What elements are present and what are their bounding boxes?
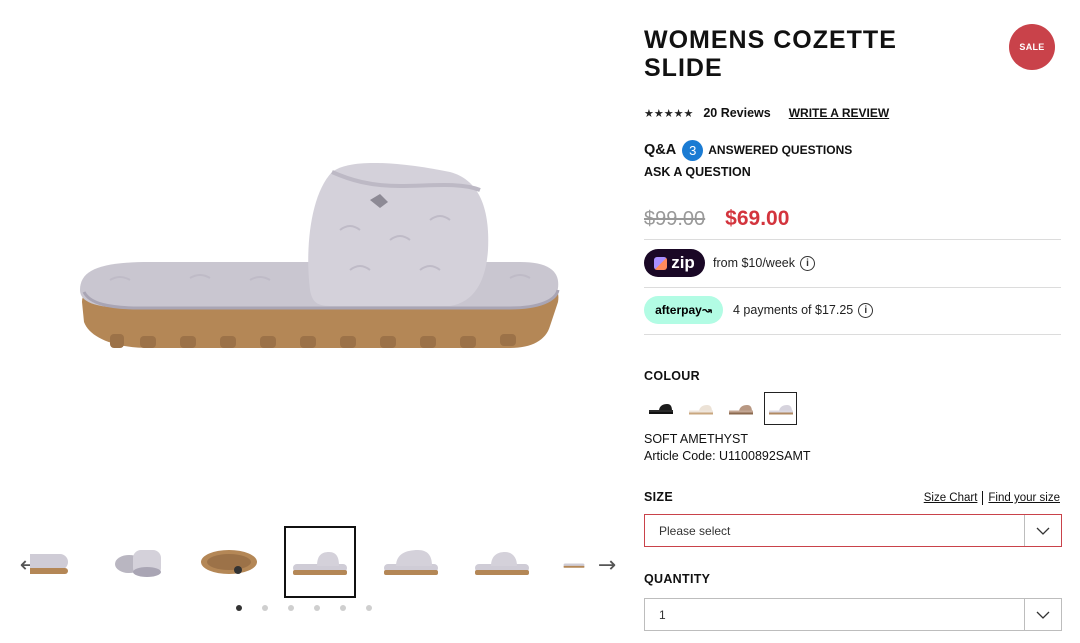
divider bbox=[644, 334, 1061, 335]
quantity-label: QUANTITY bbox=[644, 572, 711, 586]
carousel-dot[interactable] bbox=[314, 605, 320, 611]
answered-questions-link[interactable]: ANSWERED QUESTIONS bbox=[708, 143, 852, 157]
info-icon[interactable]: i bbox=[858, 302, 874, 318]
carousel-dot-active[interactable] bbox=[236, 605, 242, 611]
product-gallery: ← → bbox=[0, 0, 628, 643]
thumbnail[interactable] bbox=[556, 526, 586, 598]
colour-swatch-sand[interactable] bbox=[684, 392, 717, 425]
carousel-dot[interactable] bbox=[340, 605, 346, 611]
colour-swatches bbox=[644, 392, 797, 425]
thumbnail-strip: ← → bbox=[0, 520, 628, 610]
size-select[interactable]: Please select bbox=[644, 514, 1062, 547]
carousel-dot[interactable] bbox=[288, 605, 294, 611]
write-review-link[interactable]: WRITE A REVIEW bbox=[789, 106, 889, 120]
zip-payment-text: from $10/week bbox=[713, 256, 795, 270]
thumbnail[interactable] bbox=[102, 526, 174, 598]
chevron-down-icon bbox=[1024, 515, 1061, 546]
size-chart-link[interactable]: Size Chart bbox=[924, 492, 978, 504]
link-separator bbox=[982, 491, 984, 505]
chevron-down-icon bbox=[1024, 599, 1061, 630]
qa-label: Q&A bbox=[644, 142, 677, 158]
info-icon[interactable]: i bbox=[799, 255, 815, 271]
afterpay-logo: afterpay↝ bbox=[644, 296, 723, 324]
thumbnail[interactable] bbox=[193, 526, 265, 598]
thumbnail[interactable] bbox=[30, 526, 76, 598]
thumbnail-selected[interactable] bbox=[284, 526, 356, 598]
article-code: Article Code: U1100892SAMT bbox=[644, 449, 811, 463]
sale-badge: SALE bbox=[1009, 24, 1055, 70]
quantity-select-value: 1 bbox=[659, 607, 666, 622]
find-your-size-link[interactable]: Find your size bbox=[988, 492, 1060, 504]
zip-payment-row: zip from $10/week i bbox=[644, 249, 815, 277]
divider bbox=[644, 287, 1061, 288]
zip-logo-text: zip bbox=[671, 253, 695, 272]
divider bbox=[644, 239, 1061, 240]
colour-swatch-black[interactable] bbox=[644, 392, 677, 425]
thumbnail[interactable] bbox=[375, 526, 447, 598]
qa-count-badge: 3 bbox=[682, 139, 704, 161]
colour-swatch-soft-amethyst[interactable] bbox=[764, 392, 797, 425]
colour-label: COLOUR bbox=[644, 369, 700, 383]
next-arrow-icon[interactable]: → bbox=[592, 550, 622, 580]
product-details: WOMENS COZETTE SLIDE SALE ★★★★★ 20 Revie… bbox=[644, 0, 1062, 643]
zip-mark-icon bbox=[654, 256, 668, 270]
size-select-value: Please select bbox=[659, 523, 731, 538]
colour-swatch-chestnut[interactable] bbox=[724, 392, 757, 425]
product-title: WOMENS COZETTE SLIDE bbox=[644, 26, 897, 82]
price-row: $99.00 $69.00 bbox=[644, 207, 789, 231]
carousel-dot[interactable] bbox=[262, 605, 268, 611]
afterpay-payment-text: 4 payments of $17.25 bbox=[733, 303, 854, 317]
size-label: SIZE bbox=[644, 490, 673, 504]
rating-row: ★★★★★ 20 Reviews WRITE A REVIEW bbox=[644, 105, 889, 121]
ask-question-link[interactable]: ASK A QUESTION bbox=[644, 165, 751, 179]
quantity-select[interactable]: 1 bbox=[644, 598, 1062, 631]
size-links: Size Chart Find your size bbox=[924, 491, 1060, 505]
selected-colour-name: SOFT AMETHYST bbox=[644, 432, 748, 446]
thumbnail[interactable] bbox=[466, 526, 538, 598]
zip-logo: zip bbox=[644, 249, 705, 277]
sale-price: $69.00 bbox=[725, 207, 790, 230]
carousel-dot[interactable] bbox=[366, 605, 372, 611]
carousel-dots bbox=[236, 605, 372, 611]
qa-row[interactable]: Q&A 3 ANSWERED QUESTIONS bbox=[644, 139, 852, 161]
reviews-count-link[interactable]: 20 Reviews bbox=[703, 106, 770, 120]
original-price: $99.00 bbox=[644, 208, 706, 230]
star-rating-icon: ★★★★★ bbox=[644, 106, 694, 120]
main-product-image bbox=[80, 162, 560, 348]
afterpay-payment-row: afterpay↝ 4 payments of $17.25 i bbox=[644, 296, 874, 324]
